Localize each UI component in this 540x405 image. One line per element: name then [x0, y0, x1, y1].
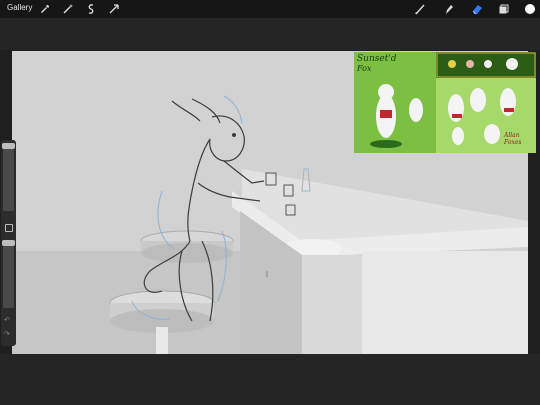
magic-wand-icon[interactable]	[62, 3, 74, 15]
gallery-button[interactable]: Gallery	[7, 3, 32, 12]
opacity-slider[interactable]	[2, 240, 15, 308]
brush-size-slider[interactable]	[2, 143, 15, 211]
canvas-top-margin	[0, 18, 540, 50]
reference-subtitle: Fox	[357, 64, 372, 73]
modify-button[interactable]	[5, 224, 13, 232]
eraser-icon[interactable]	[471, 3, 483, 15]
top-toolbar: Gallery	[0, 0, 540, 18]
redo-icon[interactable]: ↷	[4, 330, 10, 338]
canvas-bottom-margin	[0, 354, 540, 405]
reference-title: Sunset'd	[357, 54, 397, 64]
opacity-thumb[interactable]	[2, 240, 15, 246]
brush-icon[interactable]	[414, 3, 426, 15]
color-swatch-icon[interactable]	[524, 3, 536, 15]
wrench-icon[interactable]	[39, 3, 51, 15]
reference-image[interactable]: Sunset'd Fox Allan Foxes	[354, 52, 536, 153]
undo-icon[interactable]: ↶	[4, 316, 10, 324]
smudge-icon[interactable]	[443, 3, 455, 15]
transform-icon[interactable]	[108, 3, 120, 15]
left-sidebar: ↶ ↷	[1, 140, 16, 346]
selection-icon[interactable]	[85, 3, 97, 15]
layers-icon[interactable]	[498, 3, 510, 15]
brush-size-thumb[interactable]	[2, 143, 15, 149]
reference-signature: Allan Foxes	[504, 132, 522, 146]
